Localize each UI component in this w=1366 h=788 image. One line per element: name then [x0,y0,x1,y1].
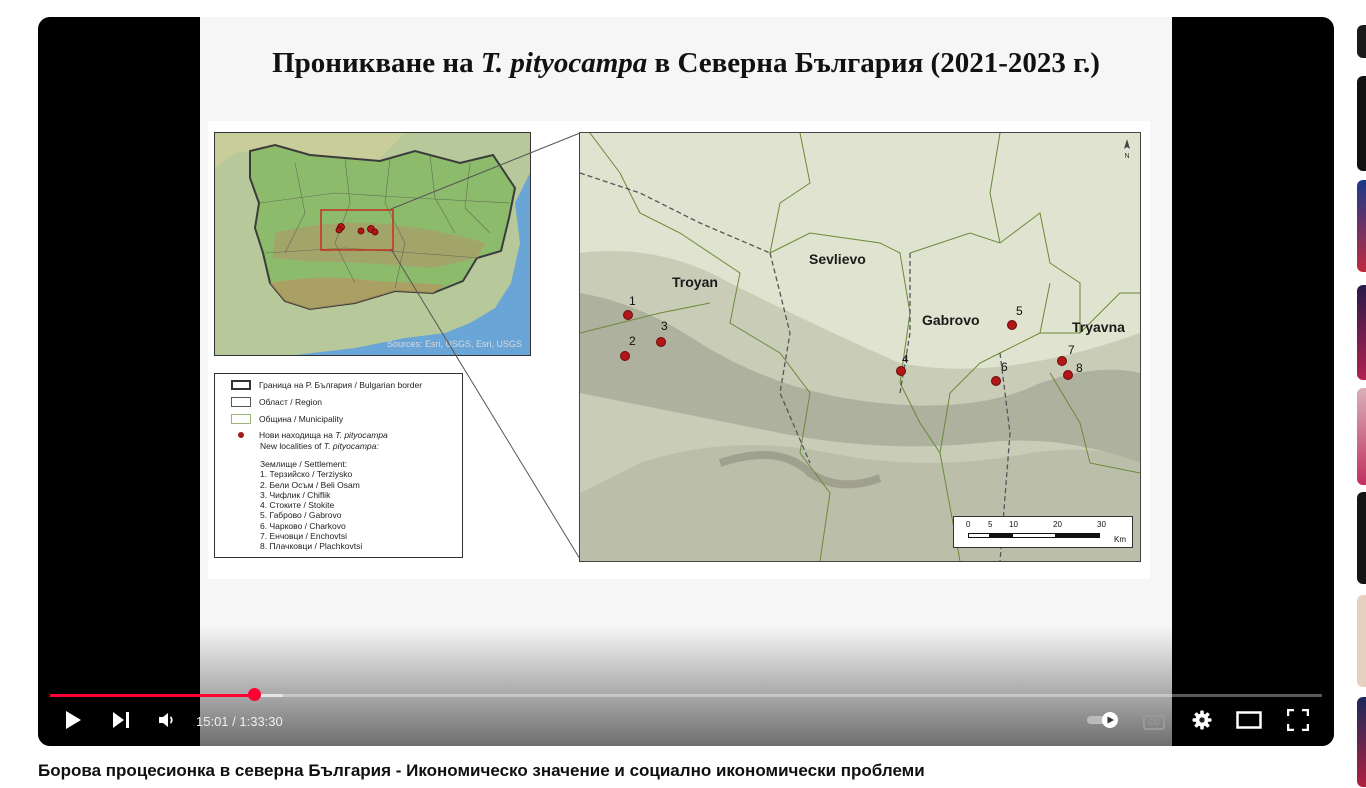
locality-dot [1057,356,1067,366]
mute-button[interactable] [154,707,180,737]
legend-border: Граница на Р. България / Bulgarian borde… [231,380,422,390]
north-label: N [1124,153,1130,160]
settlement-list: Землище / Settlement: 1. Терзийско / Ter… [260,459,362,552]
play-icon [64,710,82,735]
locality-number: 2 [629,334,636,348]
legend-localities-bg: Нови находища на [259,430,336,440]
scale-bar: 0 5 10 20 30 Km [953,516,1133,548]
settlement-item: 4. Стоките / Stokite [260,500,335,511]
scale-tick: 5 [988,520,993,529]
legend-border-label: Граница на Р. България / Bulgarian borde… [259,380,423,390]
settlement-item: 2. Бели Осъм / Beli Osam [260,479,360,490]
legend-localities-en-species: T. pityocampa: [323,441,379,451]
locality-number: 5 [1016,304,1023,318]
settlement-item: 5. Габрово / Gabrovo [260,510,342,521]
progress-bar[interactable] [50,688,1322,701]
locality-dot [896,366,906,376]
legend-new-localities: Нови находища на T. pityocampa [231,430,388,440]
legend-region: Област / Region [231,397,322,407]
place-label-troyan: Troyan [672,274,718,290]
scale-tick: 0 [966,520,971,529]
locality-dot [620,351,630,361]
settlement-item: 7. Енчовци / Enchovtsi [260,531,348,542]
next-icon [111,711,131,734]
video-player[interactable]: Проникване на T. pityocampa в Северна Бъ… [38,17,1334,746]
locality-number: 3 [661,319,668,333]
locality-dot [623,310,633,320]
theater-mode-button[interactable] [1234,707,1264,737]
youtube-watch-page: Проникване на T. pityocampa в Северна Бъ… [0,0,1366,788]
settings-gear-icon [1192,710,1212,735]
related-video-thumbnail[interactable] [1357,697,1366,787]
legend-localities-species: T. pityocampa [335,430,388,440]
settlement-item: 3. Чифлик / Chiflik [260,489,331,500]
slide-title-end: в Северна България (2021-2023 г.) [647,47,1100,79]
legend-municipality-label: Община / Municipality [259,414,344,424]
time-display: 15:01 / 1:33:30 [196,714,283,729]
place-label-sevlievo: Sevlievo [809,251,866,267]
related-video-thumbnail[interactable] [1357,76,1366,171]
locality-number: 4 [902,352,909,366]
slide-title-species: T. pityocampa [480,47,648,79]
settings-button[interactable] [1188,707,1216,737]
place-label-tryavna: Tryavna [1072,319,1125,335]
fullscreen-icon [1286,708,1310,736]
theater-mode-icon [1236,710,1262,734]
scale-tick: 30 [1097,520,1106,529]
map-figure: Sources: Esri, USGS, Esri, USGS Граница … [208,121,1150,579]
slide-title-start: Проникване на [272,47,481,79]
volume-icon [158,712,176,733]
locality-number: 6 [1001,360,1008,374]
progress-played [50,694,255,697]
slide-title: Проникване на T. pityocampa в Северна Бъ… [200,47,1172,80]
related-video-thumbnail[interactable] [1357,388,1366,485]
legend-localities-en: New localities of [260,441,324,451]
related-video-thumbnail[interactable] [1357,180,1366,272]
legend-new-localities-en: New localities of T. pityocampa: [260,441,379,451]
next-button[interactable] [108,707,134,737]
related-video-thumbnail[interactable] [1357,285,1366,380]
locality-dot [1007,320,1017,330]
locality-number: 8 [1076,361,1083,375]
video-title[interactable]: Борова процесионка в северна България - … [38,761,925,781]
related-video-thumbnail[interactable] [1357,492,1366,584]
play-button[interactable] [60,707,86,737]
autoplay-toggle-icon [1086,711,1122,733]
settlement-item: 6. Чарково / Charkovo [260,520,346,531]
map-legend: Граница на Р. България / Bulgarian borde… [214,373,463,558]
settlement-header: Землище / Settlement: [260,459,348,469]
fullscreen-button[interactable] [1284,707,1312,737]
locality-dot [991,376,1001,386]
north-arrow-icon: N [1122,139,1132,160]
scale-tick: 20 [1053,520,1062,529]
captions-button[interactable]: CC [1140,707,1168,737]
locality-dot [1063,370,1073,380]
detail-map: Troyan Sevlievo Gabrovo Tryavna 1 2 3 4 … [579,132,1141,562]
place-label-gabrovo: Gabrovo [922,312,980,328]
locality-number: 1 [629,294,636,308]
related-video-thumbnail[interactable] [1357,595,1366,687]
locality-dot [656,337,666,347]
related-video-thumbnail[interactable] [1357,25,1366,58]
scale-unit: Km [1114,535,1126,544]
settlement-item: 1. Терзийско / Terziysko [260,469,353,480]
settlement-item: 8. Плачковци / Plachkovtsi [260,541,363,552]
captions-icon: CC [1143,714,1165,730]
scale-tick: 10 [1009,520,1018,529]
legend-municipality: Община / Municipality [231,414,343,424]
legend-region-label: Област / Region [259,397,322,407]
autoplay-toggle[interactable] [1084,707,1124,737]
locality-number: 7 [1068,343,1075,357]
